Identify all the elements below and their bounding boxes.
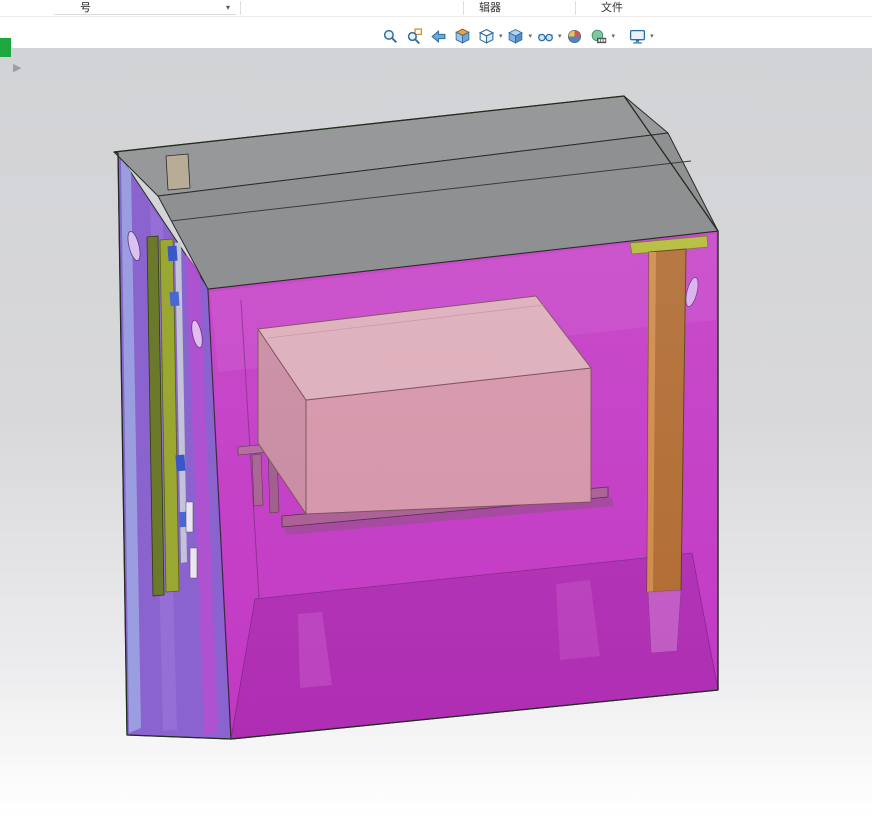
heads-up-view-toolbar: ▾ ▾ ▾ ▾ ▾: [378, 23, 655, 49]
chevron-down-icon: ▾: [225, 2, 230, 12]
hide-show-items-dropdown-caret[interactable]: ▾: [558, 25, 562, 47]
zoom-to-area-button[interactable]: [403, 25, 425, 47]
section-view-icon: [454, 28, 470, 44]
display-style-button[interactable]: [505, 25, 527, 47]
wall-slot: [185, 501, 194, 533]
display-style-dropdown-caret[interactable]: ▾: [529, 25, 533, 47]
view-orientation-button[interactable]: [475, 25, 497, 47]
display-style-icon: [508, 28, 523, 44]
apply-scene-button[interactable]: [588, 25, 610, 47]
top-menu-bar: 号 ▾ 辑器 文件: [0, 0, 872, 17]
view-settings-button[interactable]: [626, 25, 648, 47]
pcb-connector: [167, 245, 178, 262]
zoom-to-area-icon: [407, 27, 422, 44]
apply-scene-dropdown-caret[interactable]: ▾: [612, 25, 616, 47]
lid-tab: [165, 153, 191, 191]
view-settings-dropdown-caret[interactable]: ▾: [650, 25, 654, 47]
menu-divider: [463, 1, 464, 15]
green-corner-tab[interactable]: [0, 38, 11, 57]
pcb-connector: [169, 291, 180, 307]
edit-appearance-button[interactable]: [564, 25, 586, 47]
menu-divider: [575, 1, 576, 15]
wall-slot: [189, 547, 198, 579]
section-view-button[interactable]: [451, 25, 473, 47]
menu-item-editor[interactable]: 辑器: [479, 1, 501, 15]
model-canvas[interactable]: [0, 0, 872, 817]
previous-view-icon: [430, 29, 445, 43]
3d-model[interactable]: [113, 95, 719, 740]
menu-item-file[interactable]: 文件: [601, 1, 623, 15]
view-orientation-icon: [478, 28, 494, 44]
hide-show-items-icon: [537, 33, 553, 41]
glass-sheen: [208, 231, 718, 739]
edit-appearance-icon: [568, 29, 582, 43]
zoom-to-fit-icon: [383, 29, 397, 43]
view-settings-icon: [629, 29, 645, 44]
apply-scene-icon: [591, 29, 607, 43]
configuration-dropdown[interactable]: 号 ▾: [54, 0, 236, 15]
feature-tree-flyout-arrow[interactable]: ▶: [13, 61, 21, 74]
pcb-connector: [175, 454, 186, 472]
view-orientation-dropdown-caret[interactable]: ▾: [499, 25, 503, 47]
menu-divider: [240, 1, 241, 15]
previous-view-button[interactable]: [427, 25, 449, 47]
hide-show-items-button[interactable]: [534, 25, 556, 47]
configuration-dropdown-label: 号: [80, 0, 91, 14]
zoom-to-fit-button[interactable]: [379, 25, 401, 47]
